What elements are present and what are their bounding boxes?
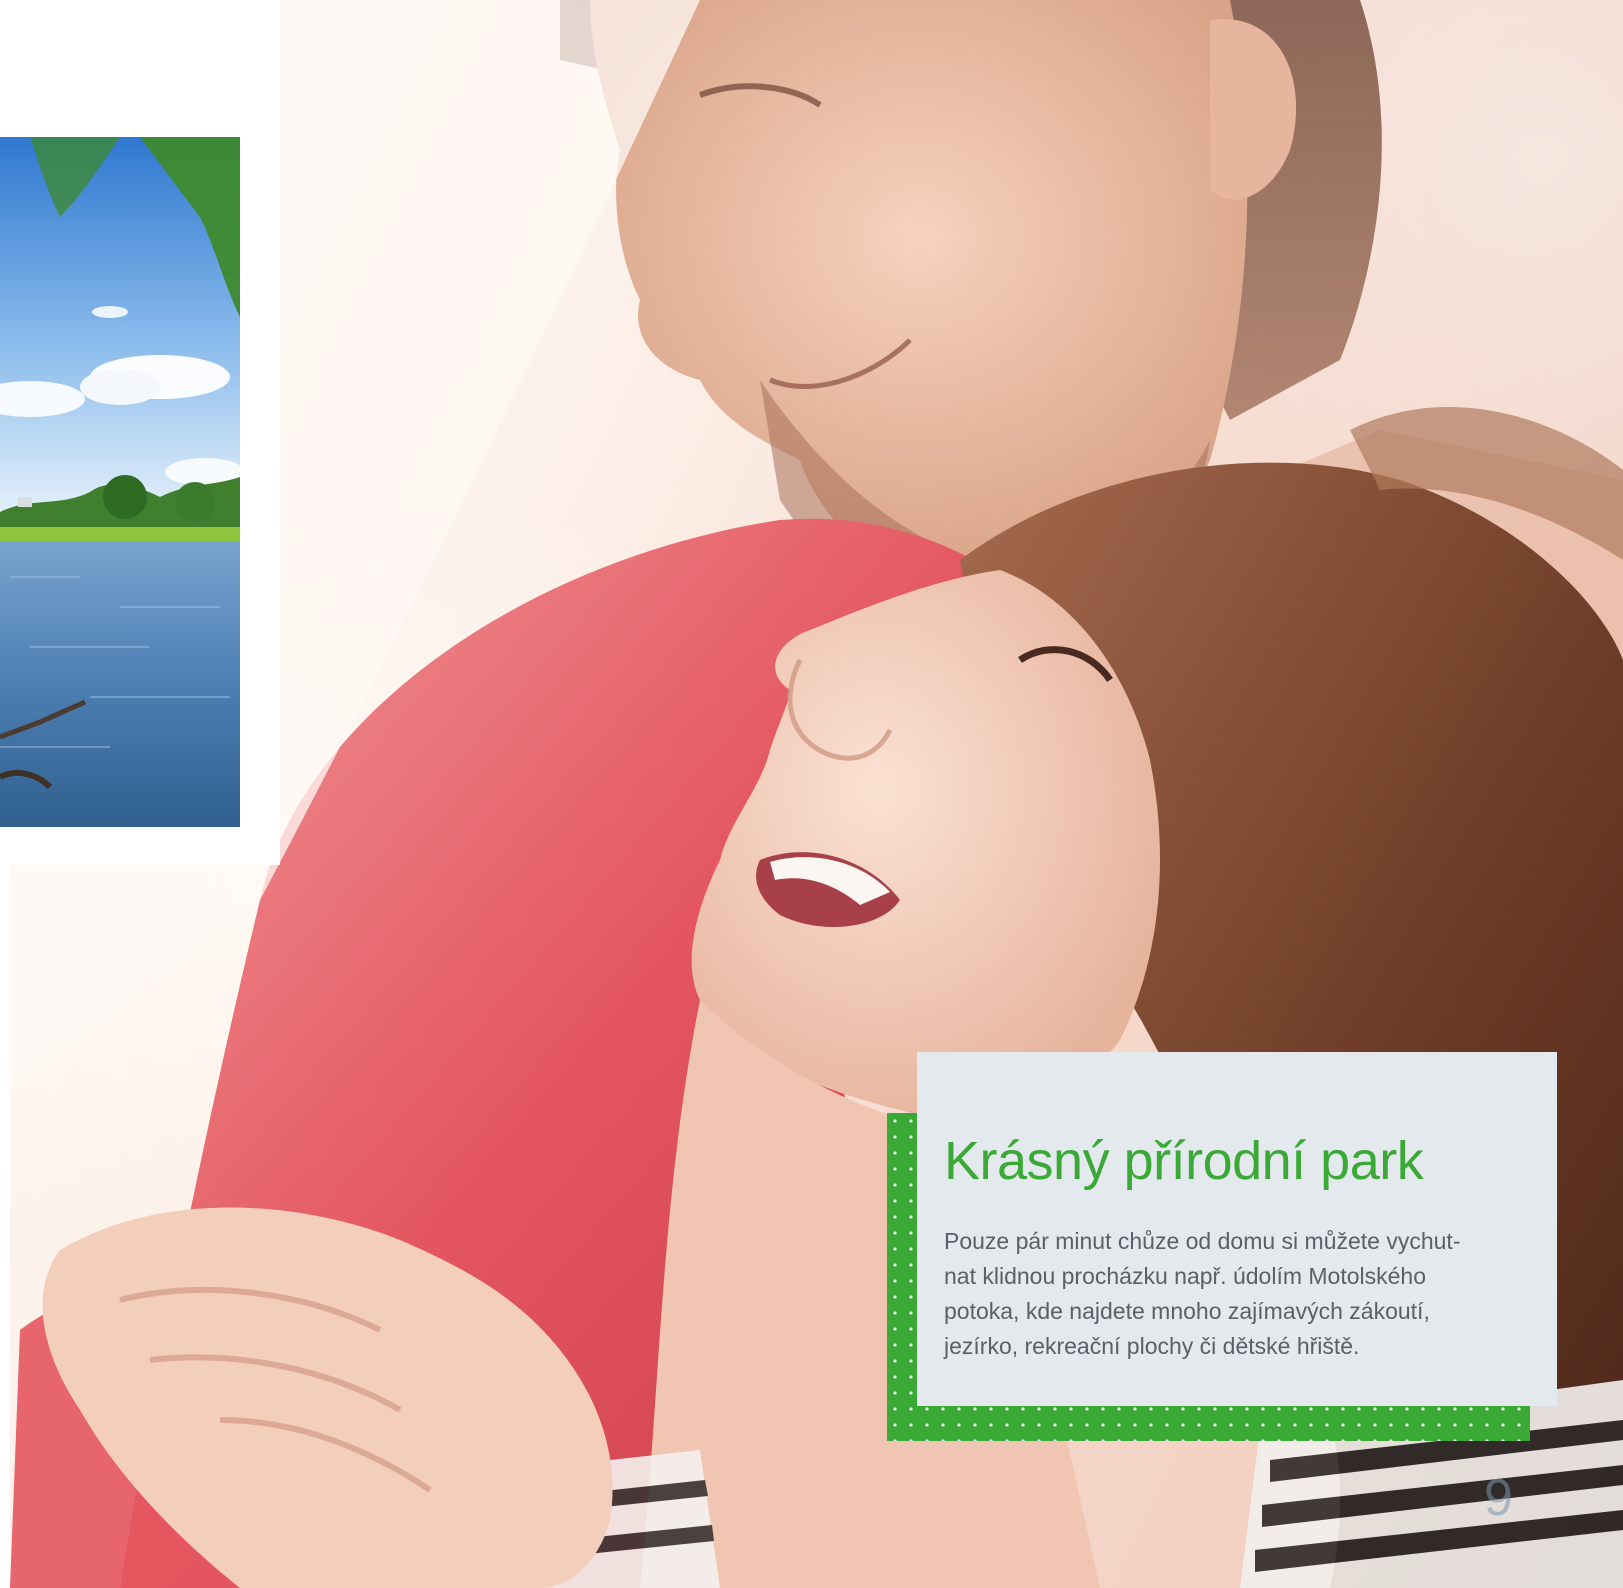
info-card: Krásný přírodní park Pouze pár minut chů… <box>917 1052 1557 1406</box>
card-body-text: Pouze pár minut chůze od domu si můžete … <box>944 1228 1461 1359</box>
page-number: 9 <box>1484 1469 1513 1527</box>
river-landscape-photo <box>0 137 240 827</box>
river-illustration <box>0 137 240 827</box>
card-title: Krásný přírodní park <box>944 1131 1424 1191</box>
brochure-page: Krásný přírodní park Pouze pár minut chů… <box>0 0 1623 1588</box>
